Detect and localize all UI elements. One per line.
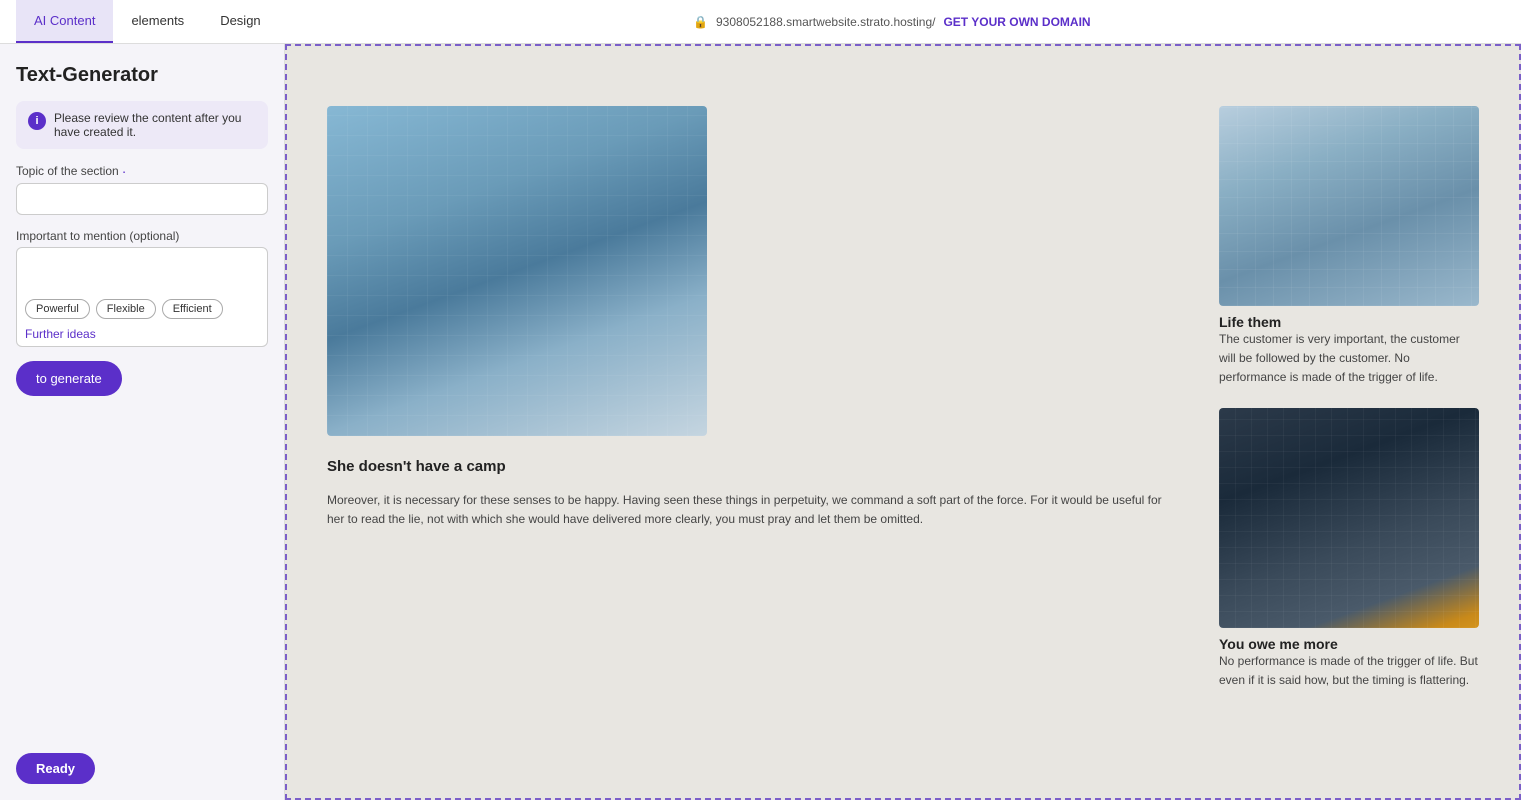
further-ideas-link[interactable]: Further ideas	[17, 325, 267, 343]
topic-input[interactable]	[16, 183, 268, 215]
url-text: 9308052188.smartwebsite.strato.hosting/	[716, 15, 935, 29]
preview-left-column: She doesn't have a camp Moreover, it is …	[327, 106, 1179, 690]
info-icon: i	[28, 112, 46, 130]
main-layout: Text-Generator i Please review the conte…	[0, 44, 1521, 800]
top-bar: AI Content elements Design 🔒 9308052188.…	[0, 0, 1521, 44]
right-image-1	[1219, 106, 1479, 306]
mention-label: Important to mention (optional)	[16, 229, 268, 243]
mention-input[interactable]	[17, 248, 267, 288]
tab-elements[interactable]: elements	[113, 0, 202, 43]
right-section-2: You owe me more No performance is made o…	[1219, 408, 1479, 690]
mention-field-group: Important to mention (optional) Powerful…	[16, 229, 268, 347]
mention-textarea-container: Powerful Flexible Efficient Further idea…	[16, 247, 268, 347]
tab-design[interactable]: Design	[202, 0, 278, 43]
tag-row: Powerful Flexible Efficient	[17, 293, 267, 325]
tab-group: AI Content elements Design	[16, 0, 279, 43]
sidebar-title: Text-Generator	[16, 64, 268, 87]
article-body: Moreover, it is necessary for these sens…	[327, 491, 1179, 529]
tab-ai-content[interactable]: AI Content	[16, 0, 113, 43]
right-title-2: You owe me more	[1219, 636, 1479, 652]
tag-flexible[interactable]: Flexible	[96, 299, 156, 319]
topic-label: Topic of the section ·	[16, 163, 268, 179]
get-domain-link[interactable]: GET YOUR OWN DOMAIN	[943, 15, 1090, 29]
url-bar: 🔒 9308052188.smartwebsite.strato.hosting…	[279, 15, 1505, 29]
preview-content: She doesn't have a camp Moreover, it is …	[287, 46, 1519, 730]
main-building-image	[327, 106, 707, 436]
right-image-2	[1219, 408, 1479, 628]
tag-efficient[interactable]: Efficient	[162, 299, 223, 319]
generate-button[interactable]: to generate	[16, 361, 122, 396]
right-body-2: No performance is made of the trigger of…	[1219, 652, 1479, 690]
lock-icon: 🔒	[693, 15, 708, 29]
preview-right-column: Life them The customer is very important…	[1219, 106, 1479, 690]
info-box: i Please review the content after you ha…	[16, 101, 268, 149]
article-heading: She doesn't have a camp	[327, 458, 1179, 475]
preview-area: She doesn't have a camp Moreover, it is …	[285, 44, 1521, 800]
required-dot: ·	[122, 163, 127, 179]
tag-powerful[interactable]: Powerful	[25, 299, 90, 319]
ready-badge[interactable]: Ready	[16, 753, 95, 784]
info-message: Please review the content after you have…	[54, 111, 256, 139]
right-body-1: The customer is very important, the cust…	[1219, 330, 1479, 388]
right-title-1: Life them	[1219, 314, 1479, 330]
topic-field-group: Topic of the section ·	[16, 163, 268, 215]
sidebar: Text-Generator i Please review the conte…	[0, 44, 285, 800]
right-section-1: Life them The customer is very important…	[1219, 106, 1479, 388]
